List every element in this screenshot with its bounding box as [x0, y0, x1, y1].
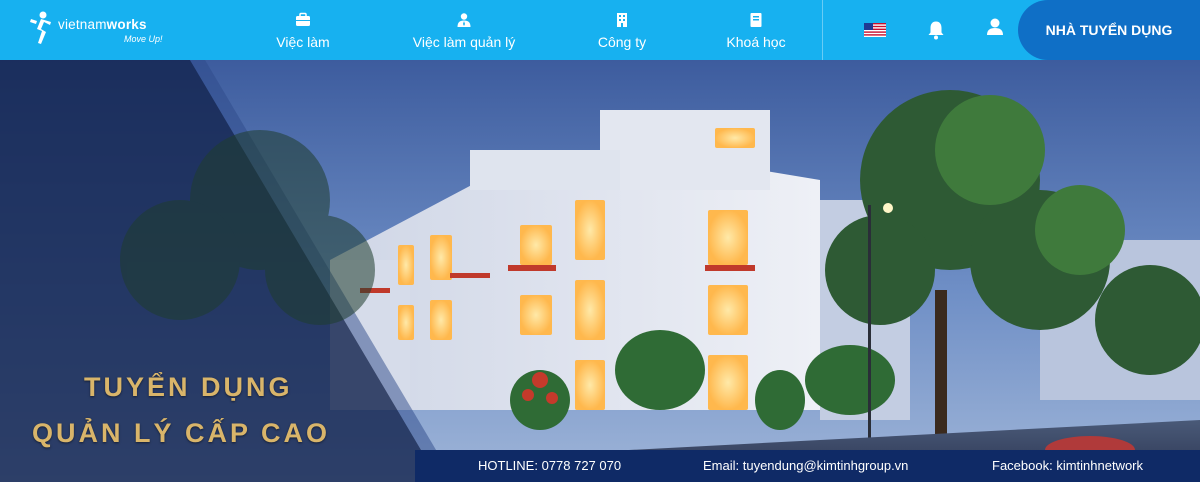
- user-icon[interactable]: [985, 17, 1005, 37]
- hotline-text: HOTLINE: 0778 727 070: [478, 458, 622, 473]
- book-icon: [750, 13, 762, 27]
- nav-item-courses[interactable]: Khoá học: [716, 0, 796, 60]
- employer-button[interactable]: NHÀ TUYỂN DỤNG: [1018, 0, 1200, 60]
- logo-wordmark: vietnamworks: [58, 17, 147, 32]
- bell-icon[interactable]: [927, 20, 945, 40]
- nav-item-courses-label: Khoá học: [726, 34, 786, 50]
- us-flag-icon[interactable]: [864, 23, 886, 37]
- nav-item-management-jobs-label: Việc làm quản lý: [412, 34, 516, 50]
- nav-item-companies-label: Công ty: [597, 34, 647, 50]
- top-navigation-bar: vietnamworks Move Up! Việc làm Việc làm …: [0, 0, 1200, 60]
- manager-icon: [457, 13, 471, 27]
- facebook-text: Facebook: kimtinhnetwork: [992, 458, 1144, 473]
- nav-item-companies[interactable]: Công ty: [582, 0, 662, 60]
- runner-logo-icon: [30, 11, 51, 44]
- nav-item-management-jobs[interactable]: Việc làm quản lý: [404, 0, 524, 60]
- headline-line-1: TUYỂN DỤNG: [84, 372, 293, 402]
- nav-item-jobs-label: Việc làm: [276, 34, 330, 50]
- recruitment-banner[interactable]: TUYỂN DỤNG QUẢN LÝ CẤP CAO HOTLINE: 0778…: [0, 60, 1200, 482]
- headline-line-2: QUẢN LÝ CẤP CAO: [32, 418, 331, 448]
- logo-tagline: Move Up!: [124, 34, 163, 44]
- vietnamworks-logo[interactable]: vietnamworks Move Up!: [28, 9, 178, 51]
- nav-item-jobs[interactable]: Việc làm: [263, 0, 343, 60]
- nav-divider: [822, 0, 823, 60]
- email-text: Email: tuyendung@kimtinhgroup.vn: [703, 458, 909, 473]
- building-icon: [617, 13, 627, 27]
- contact-bar: HOTLINE: 0778 727 070 Email: tuyendung@k…: [415, 450, 1200, 482]
- briefcase-icon: [296, 12, 310, 26]
